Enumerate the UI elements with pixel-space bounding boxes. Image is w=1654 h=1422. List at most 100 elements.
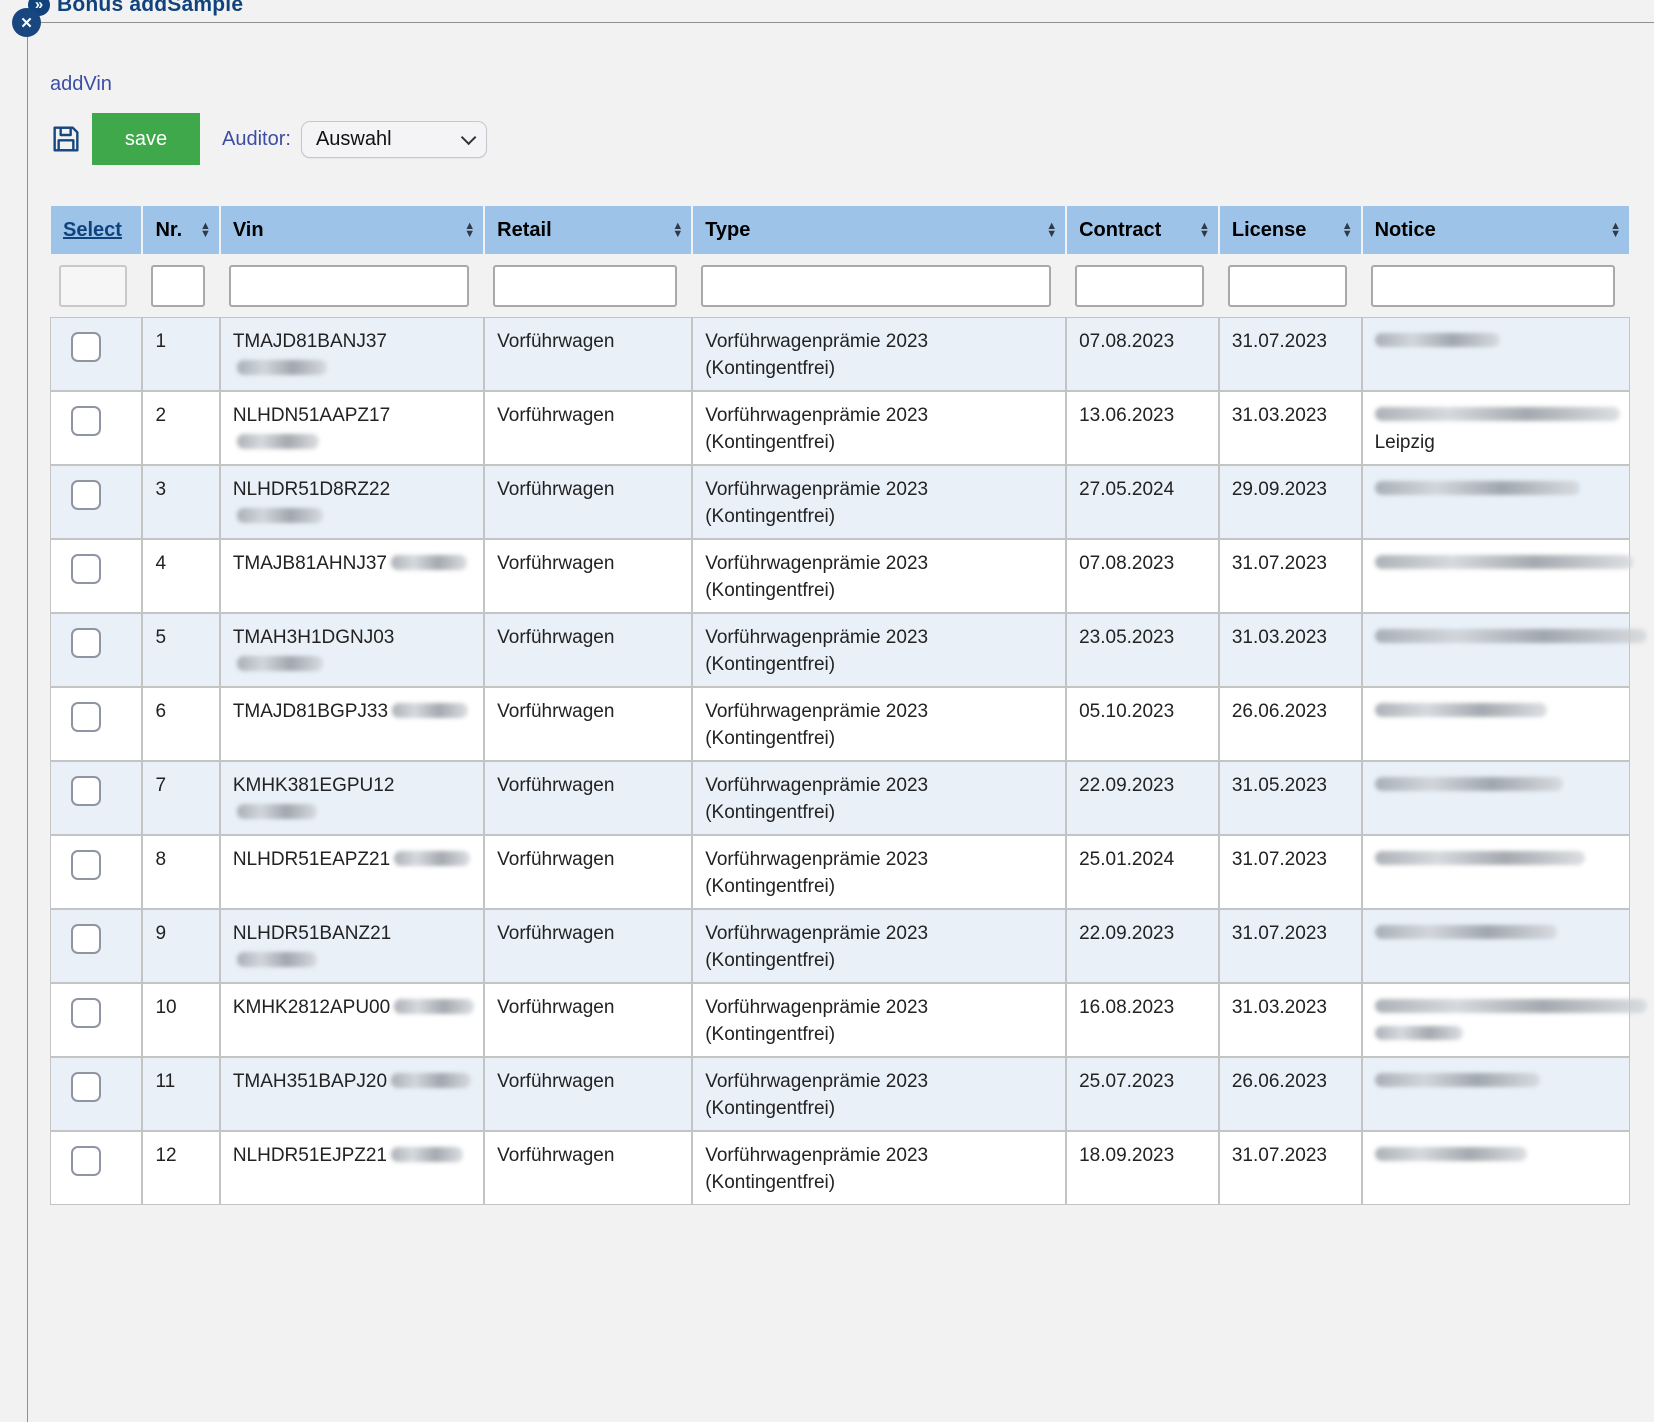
select-all-link[interactable]: Select: [63, 219, 122, 242]
notice-text: Leipzig: [1375, 429, 1621, 456]
cell-vin: TMAJB81AHNJ37: [221, 540, 483, 612]
cell-license: 31.07.2023: [1220, 318, 1361, 390]
row-checkbox[interactable]: [71, 1072, 101, 1102]
cell-nr: 4: [143, 540, 218, 612]
filter-nr[interactable]: [151, 265, 204, 307]
cell-type: Vorführwagenprämie 2023 (Kontingentfrei): [693, 1058, 1065, 1130]
table-row: 10 KMHK2812APU00 Vorführwagen Vorführwag…: [51, 984, 1629, 1056]
filter-vin[interactable]: [229, 265, 469, 307]
row-checkbox[interactable]: [71, 998, 101, 1028]
cell-vin: NLHDR51EAPZ21: [221, 836, 483, 908]
row-checkbox[interactable]: [71, 924, 101, 954]
cell-contract: 22.09.2023: [1067, 762, 1218, 834]
cell-retail: Vorführwagen: [485, 466, 691, 538]
cell-notice: [1363, 1058, 1629, 1130]
cell-license: 31.07.2023: [1220, 836, 1361, 908]
cell-license: 26.06.2023: [1220, 1058, 1361, 1130]
redacted-vin: [391, 555, 467, 570]
col-header-notice[interactable]: Notice ▲▼: [1363, 206, 1629, 254]
cell-notice: [1363, 910, 1629, 982]
cell-nr: 5: [143, 614, 218, 686]
cell-retail: Vorführwagen: [485, 318, 691, 390]
row-checkbox[interactable]: [71, 554, 101, 584]
save-floppy-icon: [50, 123, 82, 155]
cell-nr: 11: [143, 1058, 218, 1130]
table-row: 3 NLHDR51D8RZ22 Vorführwagen Vorführwage…: [51, 466, 1629, 538]
sort-icon[interactable]: ▲▼: [1191, 222, 1210, 238]
cell-nr: 9: [143, 910, 218, 982]
row-checkbox[interactable]: [71, 776, 101, 806]
sort-icon[interactable]: ▲▼: [1038, 222, 1057, 238]
filter-retail[interactable]: [493, 265, 677, 307]
addvin-link[interactable]: addVin: [50, 73, 112, 96]
cell-notice: [1363, 614, 1629, 686]
table-row: 4 TMAJB81AHNJ37 Vorführwagen Vorführwage…: [51, 540, 1629, 612]
sort-icon[interactable]: ▲▼: [664, 222, 683, 238]
cell-vin: NLHDR51BANZ21: [221, 910, 483, 982]
cell-contract: 25.07.2023: [1067, 1058, 1218, 1130]
sort-icon[interactable]: ▲▼: [1334, 222, 1353, 238]
row-checkbox[interactable]: [71, 628, 101, 658]
col-header-nr[interactable]: Nr. ▲▼: [143, 206, 218, 254]
redacted-notice: [1375, 999, 1647, 1013]
cell-retail: Vorführwagen: [485, 836, 691, 908]
redacted-vin: [237, 360, 327, 375]
page-title: Bonus addSample: [57, 0, 243, 17]
filter-notice[interactable]: [1371, 265, 1615, 307]
redacted-notice: [1375, 407, 1620, 421]
cell-type: Vorführwagenprämie 2023 (Kontingentfrei): [693, 1132, 1065, 1204]
cell-notice: [1363, 540, 1629, 612]
row-checkbox[interactable]: [71, 332, 101, 362]
filter-type[interactable]: [701, 265, 1051, 307]
col-header-retail[interactable]: Retail ▲▼: [485, 206, 691, 254]
cell-type: Vorführwagenprämie 2023 (Kontingentfrei): [693, 688, 1065, 760]
redacted-notice: [1375, 555, 1633, 569]
cell-license: 31.03.2023: [1220, 392, 1361, 464]
table-row: 7 KMHK381EGPU12 Vorführwagen Vorführwage…: [51, 762, 1629, 834]
redacted-vin: [237, 508, 323, 523]
row-checkbox[interactable]: [71, 1146, 101, 1176]
auditor-select[interactable]: Auswahl: [301, 121, 487, 158]
cell-nr: 7: [143, 762, 218, 834]
sort-icon[interactable]: ▲▼: [456, 222, 475, 238]
toolbar: save Auditor: Auswahl: [50, 113, 487, 165]
filter-contract[interactable]: [1075, 265, 1204, 307]
cell-retail: Vorführwagen: [485, 762, 691, 834]
redacted-notice: [1375, 851, 1585, 865]
redacted-vin: [394, 999, 474, 1014]
redacted-vin: [237, 656, 323, 671]
row-checkbox[interactable]: [71, 480, 101, 510]
content-panel: addVin save Auditor: Auswahl Select: [27, 22, 1654, 1422]
cell-type: Vorführwagenprämie 2023 (Kontingentfrei): [693, 836, 1065, 908]
cell-license: 31.07.2023: [1220, 540, 1361, 612]
cell-type: Vorführwagenprämie 2023 (Kontingentfrei): [693, 614, 1065, 686]
header-row: Select Nr. ▲▼ Vin ▲▼ Retail ▲▼ Type ▲▼: [51, 206, 1629, 254]
save-button[interactable]: save: [92, 113, 200, 165]
cell-type: Vorführwagenprämie 2023 (Kontingentfrei): [693, 540, 1065, 612]
cell-vin: NLHDR51D8RZ22: [221, 466, 483, 538]
cell-vin: NLHDN51AAPZ17: [221, 392, 483, 464]
table-row: 8 NLHDR51EAPZ21 Vorführwagen Vorführwage…: [51, 836, 1629, 908]
cell-contract: 22.09.2023: [1067, 910, 1218, 982]
col-header-type[interactable]: Type ▲▼: [693, 206, 1065, 254]
cell-contract: 07.08.2023: [1067, 540, 1218, 612]
close-icon[interactable]: ✕: [12, 8, 41, 37]
cell-notice: [1363, 984, 1629, 1056]
cell-retail: Vorführwagen: [485, 614, 691, 686]
auditor-label: Auditor:: [222, 128, 291, 151]
col-header-contract[interactable]: Contract ▲▼: [1067, 206, 1218, 254]
row-checkbox[interactable]: [71, 850, 101, 880]
table-row: 11 TMAH351BAPJ20 Vorführwagen Vorführwag…: [51, 1058, 1629, 1130]
sort-icon[interactable]: ▲▼: [192, 222, 211, 238]
filter-license[interactable]: [1228, 265, 1347, 307]
redacted-vin: [392, 703, 468, 718]
cell-notice: [1363, 836, 1629, 908]
sort-icon[interactable]: ▲▼: [1602, 222, 1621, 238]
row-checkbox[interactable]: [71, 406, 101, 436]
row-checkbox[interactable]: [71, 702, 101, 732]
col-header-license[interactable]: License ▲▼: [1220, 206, 1361, 254]
redacted-vin: [391, 1073, 471, 1088]
redacted-notice: [1375, 629, 1647, 643]
col-header-vin[interactable]: Vin ▲▼: [221, 206, 483, 254]
cell-contract: 18.09.2023: [1067, 1132, 1218, 1204]
